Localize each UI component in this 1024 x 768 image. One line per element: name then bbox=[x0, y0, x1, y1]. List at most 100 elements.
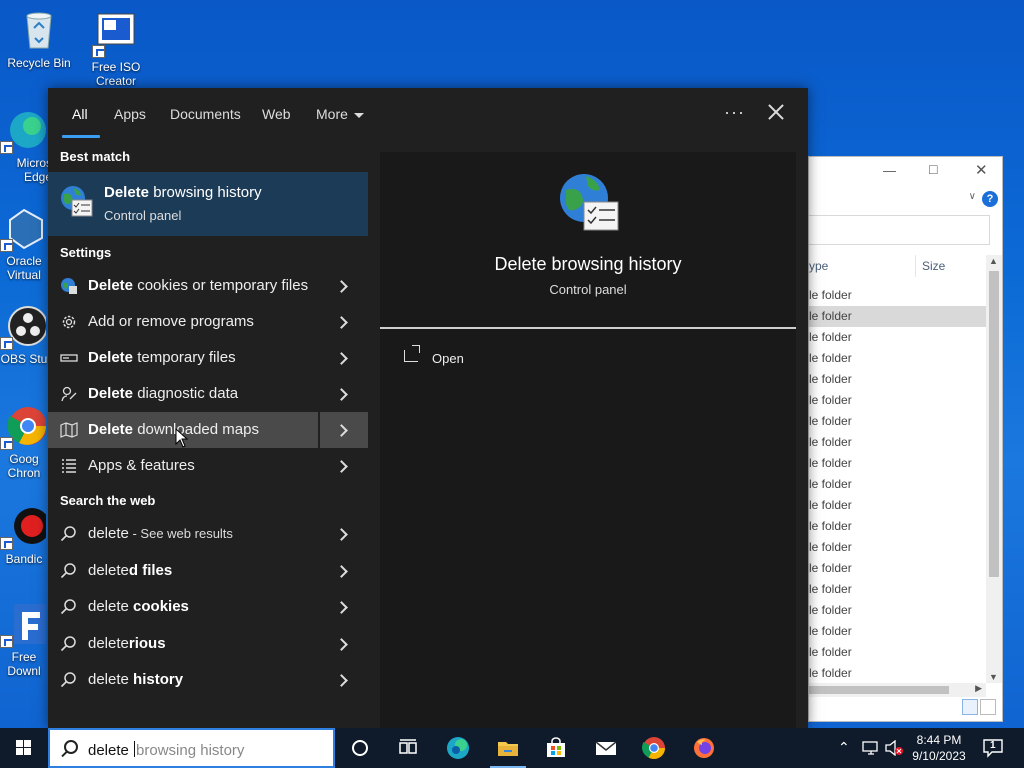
list-item[interactable]: le folder bbox=[809, 495, 987, 516]
store-icon[interactable] bbox=[544, 736, 568, 760]
tab-apps[interactable]: Apps bbox=[114, 106, 146, 122]
settings-result-item[interactable]: Delete temporary files bbox=[48, 340, 368, 376]
list-item[interactable]: le folder bbox=[809, 306, 987, 327]
edge-taskbar-icon[interactable] bbox=[446, 736, 470, 760]
tab-more[interactable]: More bbox=[316, 106, 364, 122]
scroll-right-icon[interactable]: ▶ bbox=[975, 683, 982, 694]
open-action[interactable]: Open bbox=[400, 345, 520, 372]
firefox-icon[interactable] bbox=[692, 736, 716, 760]
taskbar-search-box[interactable]: delete browsing history bbox=[48, 728, 335, 768]
desktop-icon-free-download[interactable]: Free Downl bbox=[0, 602, 52, 678]
settings-result-label: Delete temporary files bbox=[88, 349, 236, 366]
file-explorer-window[interactable]: — □ ✕ ∨ ? ype Size le folder le folder le … bbox=[808, 156, 1003, 722]
chevron-right-icon[interactable] bbox=[334, 599, 350, 615]
desktop-icon-bandicam[interactable]: Bandic bbox=[0, 504, 52, 566]
minimize-icon[interactable]: — bbox=[883, 163, 896, 178]
settings-result-item[interactable]: Delete cookies or temporary files bbox=[48, 268, 368, 304]
tab-all[interactable]: All bbox=[72, 106, 88, 122]
chevron-down-icon[interactable]: ∨ bbox=[969, 191, 976, 202]
list-item[interactable]: le folder bbox=[809, 474, 987, 495]
settings-result-item[interactable]: Apps & features bbox=[48, 448, 368, 484]
web-result-item[interactable]: delete history bbox=[48, 662, 368, 698]
chevron-right-icon[interactable] bbox=[334, 526, 350, 542]
desktop-icon-free-iso-creator[interactable]: Free ISO Creator bbox=[78, 12, 154, 88]
scroll-up-icon[interactable]: ▲ bbox=[989, 256, 998, 266]
task-view-icon[interactable] bbox=[396, 736, 420, 760]
chevron-right-icon[interactable] bbox=[334, 563, 350, 579]
close-icon[interactable]: ✕ bbox=[975, 161, 988, 179]
list-item[interactable]: le folder bbox=[809, 369, 987, 390]
chevron-right-icon[interactable] bbox=[334, 672, 350, 688]
list-item[interactable]: le folder bbox=[809, 348, 987, 369]
list-item[interactable]: le folder bbox=[809, 663, 987, 684]
list-item[interactable]: le folder bbox=[809, 453, 987, 474]
ellipsis-icon[interactable]: ··· bbox=[724, 102, 745, 123]
column-header-size[interactable]: Size bbox=[922, 259, 945, 273]
label-rest-part: downloaded maps bbox=[133, 421, 259, 438]
close-icon[interactable] bbox=[766, 102, 786, 122]
tab-documents[interactable]: Documents bbox=[170, 106, 241, 122]
cortana-icon[interactable] bbox=[348, 736, 372, 760]
list-item[interactable]: le folder bbox=[809, 537, 987, 558]
maximize-icon[interactable]: □ bbox=[929, 161, 937, 177]
address-bar[interactable] bbox=[809, 215, 990, 245]
mail-icon[interactable] bbox=[594, 736, 618, 760]
help-icon[interactable]: ? bbox=[982, 191, 998, 207]
vertical-scrollbar[interactable]: ▲ ▼ bbox=[986, 255, 1002, 683]
best-match-result[interactable]: Delete browsing history Control panel bbox=[48, 172, 368, 236]
notification-center[interactable]: 1 bbox=[982, 738, 1004, 758]
details-view-icon[interactable] bbox=[962, 699, 978, 715]
volume-muted-icon[interactable] bbox=[884, 740, 904, 756]
chevron-right-icon[interactable] bbox=[334, 422, 350, 438]
chevron-right-icon[interactable] bbox=[334, 636, 350, 652]
column-headers: ype Size bbox=[809, 255, 1002, 279]
file-explorer-taskbar-icon[interactable] bbox=[496, 736, 520, 760]
settings-result-item[interactable]: Delete diagnostic data bbox=[48, 376, 368, 412]
desktop-icon-edge[interactable]: Micros Edge bbox=[0, 108, 52, 184]
list-item[interactable]: le folder bbox=[809, 516, 987, 537]
settings-result-item[interactable]: Add or remove programs bbox=[48, 304, 368, 340]
list-item[interactable]: le folder bbox=[809, 621, 987, 642]
list-item[interactable]: le folder bbox=[809, 600, 987, 621]
chevron-right-icon[interactable] bbox=[334, 314, 350, 330]
network-icon[interactable] bbox=[862, 740, 880, 756]
horizontal-scrollbar[interactable]: ▶ bbox=[809, 683, 986, 697]
settings-result-item[interactable]: Delete downloaded maps bbox=[48, 412, 368, 448]
web-result-item[interactable]: delete cookies bbox=[48, 589, 368, 625]
desktop-icon-recycle-bin[interactable]: Recycle Bin bbox=[0, 8, 78, 70]
chevron-right-icon[interactable] bbox=[334, 386, 350, 402]
scrollbar-thumb[interactable] bbox=[809, 686, 949, 694]
search-input[interactable]: delete browsing history bbox=[88, 741, 244, 759]
label-rest-part: Apps & features bbox=[88, 457, 195, 474]
list-item[interactable]: le folder bbox=[809, 558, 987, 579]
chevron-right-icon[interactable] bbox=[334, 458, 350, 474]
chevron-right-icon[interactable] bbox=[334, 278, 350, 294]
desktop-icon-obs[interactable]: OBS Stu bbox=[0, 304, 52, 366]
column-header-type[interactable]: ype bbox=[809, 259, 828, 273]
web-result-item[interactable]: deleterious bbox=[48, 626, 368, 662]
list-item[interactable]: le folder bbox=[809, 642, 987, 663]
edge-icon bbox=[0, 108, 46, 154]
list-item[interactable]: le folder bbox=[809, 327, 987, 348]
list-item[interactable]: le folder bbox=[809, 432, 987, 453]
desktop-icon-chrome[interactable]: Goog Chron bbox=[0, 404, 52, 480]
tab-web[interactable]: Web bbox=[262, 106, 291, 122]
list-item[interactable]: le folder bbox=[809, 411, 987, 432]
show-hidden-icons[interactable]: ⌃ bbox=[838, 739, 850, 768]
list-item[interactable]: le folder bbox=[809, 285, 987, 306]
window-titlebar[interactable]: — □ ✕ bbox=[809, 157, 1002, 187]
system-clock[interactable]: 8:44 PM 9/10/2023 bbox=[904, 732, 974, 764]
large-icons-view-icon[interactable] bbox=[980, 699, 996, 715]
scroll-down-icon[interactable]: ▼ bbox=[989, 672, 998, 682]
column-divider[interactable] bbox=[915, 255, 916, 277]
web-result-item[interactable]: deleted files bbox=[48, 553, 368, 589]
scrollbar-thumb[interactable] bbox=[989, 271, 999, 577]
list-item[interactable]: le folder bbox=[809, 390, 987, 411]
list-item[interactable]: le folder bbox=[809, 579, 987, 600]
chevron-right-icon[interactable] bbox=[334, 350, 350, 366]
chrome-taskbar-icon[interactable] bbox=[642, 736, 666, 760]
web-result-item[interactable]: delete - See web results bbox=[48, 516, 368, 552]
desktop-icon-virtualbox[interactable]: Oracle Virtual bbox=[0, 206, 52, 282]
start-button[interactable] bbox=[0, 728, 48, 768]
web-result-label: delete - See web results bbox=[88, 525, 233, 542]
